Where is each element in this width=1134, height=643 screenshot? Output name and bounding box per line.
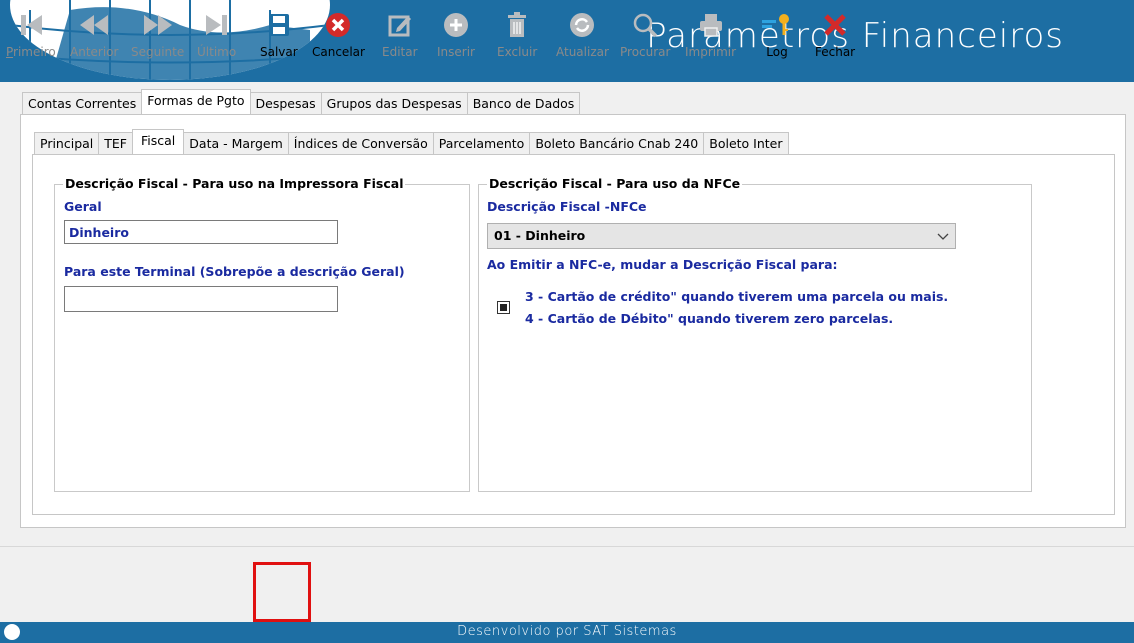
printer-icon — [699, 14, 722, 37]
geral-label: Geral — [64, 199, 102, 214]
tab-indices-de-conversao[interactable]: Índices de Conversão — [287, 132, 434, 154]
tab-banco-de-dados[interactable]: Banco de Dados — [466, 92, 581, 114]
tab-fiscal[interactable]: Fiscal — [132, 129, 185, 154]
salvar-highlight-box — [253, 562, 311, 622]
imprimir-button[interactable]: Imprimir — [685, 10, 736, 59]
salvar-button[interactable]: Salvar — [260, 10, 298, 59]
cancel-circle-icon — [326, 13, 351, 37]
ultimo-button[interactable]: Último — [197, 10, 236, 59]
excluir-button[interactable]: Excluir — [497, 10, 537, 59]
tab-boleto-inter[interactable]: Boleto Inter — [703, 132, 789, 154]
refresh-icon — [570, 13, 595, 37]
tab-boleto-bancario-cnab-240[interactable]: Boleto Bancário Cnab 240 — [529, 132, 705, 154]
close-icon — [824, 14, 846, 36]
terminal-label: Para este Terminal (Sobrepõe a descrição… — [64, 264, 405, 279]
last-record-icon — [205, 15, 227, 35]
option-debito-text: 4 - Cartão de Débito" quando tiverem zer… — [525, 311, 894, 326]
mudar-descricao-checkbox[interactable] — [497, 301, 510, 314]
previous-record-icon — [80, 15, 109, 35]
tab-despesas[interactable]: Despesas — [249, 92, 322, 114]
nfce-select-value: 01 - Dinheiro — [494, 228, 586, 243]
nfce-select[interactable]: 01 - Dinheiro — [487, 223, 956, 249]
first-record-icon — [20, 15, 42, 35]
tab-data-margem[interactable]: Data - Margem — [183, 132, 289, 154]
insert-plus-icon — [443, 13, 468, 37]
anterior-button[interactable]: Anterior — [70, 10, 118, 59]
editar-button[interactable]: Editar — [382, 10, 418, 59]
outer-tab-bar: Contas Correntes Formas de Pgto Despesas… — [22, 89, 581, 114]
next-record-icon — [143, 15, 172, 35]
search-icon — [633, 13, 658, 38]
chevron-down-icon — [937, 233, 949, 240]
nfce-label: Descrição Fiscal -NFCe — [487, 199, 647, 214]
save-disk-icon — [268, 14, 289, 36]
trash-icon — [508, 12, 527, 37]
edit-pencil-icon — [388, 15, 411, 37]
tab-contas-correntes[interactable]: Contas Correntes — [22, 92, 143, 114]
impressora-fiscal-group-title: Descrição Fiscal - Para uso na Impressor… — [63, 176, 406, 191]
key-icon — [762, 14, 789, 35]
primeiro-button[interactable]: Primeiro — [6, 10, 56, 59]
seguinte-button[interactable]: Seguinte — [131, 10, 184, 59]
terminal-field[interactable] — [64, 286, 338, 312]
tab-formas-de-pgto[interactable]: Formas de Pgto — [141, 89, 251, 114]
option-credito-text: 3 - Cartão de crédito" quando tiverem um… — [525, 289, 949, 304]
checkbox-indeterminate-mark — [500, 304, 507, 311]
inserir-button[interactable]: Inserir — [437, 10, 475, 59]
tab-grupos-das-despesas[interactable]: Grupos das Despesas — [320, 92, 468, 114]
navigation-toolbar — [0, 546, 1134, 623]
cancelar-button[interactable]: Cancelar — [312, 10, 365, 59]
log-button[interactable]: Log — [760, 10, 794, 59]
atualizar-button[interactable]: Atualizar — [556, 10, 609, 59]
status-text: Desenvolvido por SAT Sistemas — [457, 624, 677, 639]
inner-tab-bar: Principal TEF Fiscal Data - Margem Índic… — [34, 129, 789, 154]
tab-tef[interactable]: TEF — [98, 132, 133, 154]
fechar-button[interactable]: Fechar — [815, 10, 855, 59]
nfce-group-title: Descrição Fiscal - Para uso da NFCe — [487, 176, 743, 191]
emitir-label: Ao Emitir a NFC-e, mudar a Descrição Fis… — [487, 257, 838, 272]
status-bar: Desenvolvido por SAT Sistemas — [0, 622, 1134, 643]
geral-field[interactable]: Dinheiro — [64, 220, 338, 244]
tab-parcelamento[interactable]: Parcelamento — [432, 132, 531, 154]
procurar-button[interactable]: Procurar — [620, 10, 670, 59]
tab-principal[interactable]: Principal — [34, 132, 100, 154]
